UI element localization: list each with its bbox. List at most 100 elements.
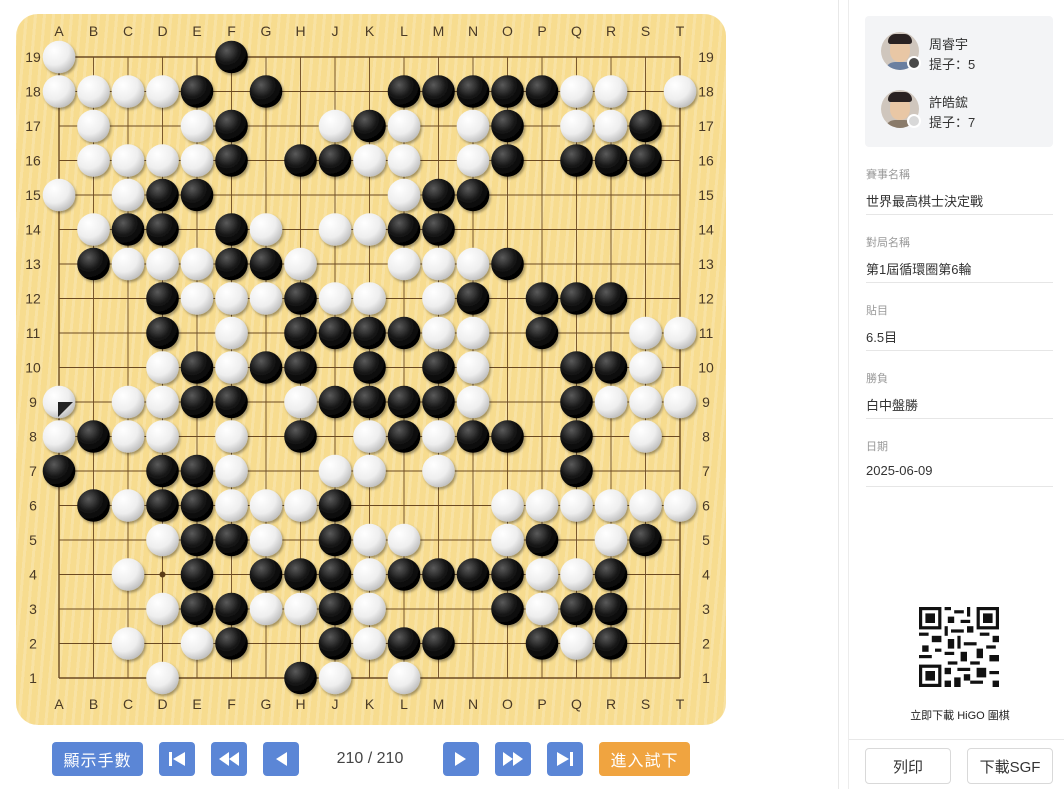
white-stone[interactable] <box>111 385 145 419</box>
black-stone[interactable] <box>560 420 593 453</box>
black-stone[interactable] <box>249 75 283 108</box>
white-stone[interactable] <box>284 247 317 281</box>
white-stone[interactable] <box>387 144 421 177</box>
black-stone[interactable] <box>525 282 559 315</box>
black-stone[interactable] <box>77 247 110 281</box>
black-stone[interactable] <box>353 109 386 143</box>
black-stone[interactable] <box>422 351 455 384</box>
black-stone[interactable] <box>456 178 490 212</box>
white-stone[interactable] <box>284 592 317 626</box>
white-stone[interactable] <box>525 489 559 522</box>
black-stone[interactable] <box>456 420 490 453</box>
white-stone[interactable] <box>629 316 662 350</box>
white-stone[interactable] <box>422 454 455 488</box>
white-stone[interactable] <box>180 144 214 177</box>
black-stone[interactable] <box>318 144 352 177</box>
white-stone[interactable] <box>353 523 386 557</box>
black-stone[interactable] <box>491 109 524 143</box>
white-stone[interactable] <box>215 454 248 488</box>
white-stone[interactable] <box>387 247 421 281</box>
white-stone[interactable] <box>42 40 76 74</box>
black-stone[interactable] <box>180 558 214 591</box>
black-stone[interactable] <box>387 75 421 108</box>
black-stone[interactable] <box>387 316 421 350</box>
white-stone[interactable] <box>422 247 455 281</box>
black-stone[interactable] <box>42 454 76 488</box>
white-stone[interactable] <box>284 489 317 522</box>
white-stone[interactable] <box>318 109 352 143</box>
black-stone[interactable] <box>387 627 421 660</box>
black-stone[interactable] <box>387 558 421 591</box>
white-stone[interactable] <box>111 144 145 177</box>
white-stone[interactable] <box>146 420 179 453</box>
black-stone[interactable] <box>491 144 524 177</box>
black-stone[interactable] <box>629 144 662 177</box>
black-stone[interactable] <box>560 592 593 626</box>
fast-backward-button[interactable] <box>211 742 247 776</box>
white-stone[interactable] <box>422 316 455 350</box>
white-stone[interactable] <box>146 144 179 177</box>
black-stone[interactable] <box>318 385 352 419</box>
black-stone[interactable] <box>353 316 386 350</box>
black-stone[interactable] <box>525 627 559 660</box>
black-stone[interactable] <box>422 627 455 660</box>
show-move-numbers-button[interactable]: 顯示手數 <box>52 742 143 776</box>
skip-to-end-button[interactable] <box>547 742 583 776</box>
black-stone[interactable] <box>387 385 421 419</box>
white-stone[interactable] <box>111 247 145 281</box>
black-stone[interactable] <box>180 454 214 488</box>
black-stone[interactable] <box>525 523 559 557</box>
white-stone[interactable] <box>353 282 386 315</box>
white-stone[interactable] <box>491 523 524 557</box>
black-stone[interactable] <box>491 592 524 626</box>
try-play-button[interactable]: 進入試下 <box>599 742 690 776</box>
black-stone[interactable] <box>146 282 179 315</box>
black-stone[interactable] <box>215 627 248 660</box>
black-stone[interactable] <box>387 213 421 246</box>
black-stone[interactable] <box>491 247 524 281</box>
white-stone[interactable] <box>353 627 386 660</box>
black-stone[interactable] <box>456 558 490 591</box>
white-stone[interactable] <box>353 454 386 488</box>
black-stone[interactable] <box>249 351 283 384</box>
white-stone[interactable] <box>422 420 455 453</box>
white-stone[interactable] <box>180 247 214 281</box>
white-stone[interactable] <box>663 489 697 522</box>
black-stone[interactable] <box>318 523 352 557</box>
white-stone[interactable] <box>318 661 352 695</box>
white-stone[interactable] <box>249 282 283 315</box>
print-button[interactable]: 列印 <box>865 748 951 784</box>
black-stone[interactable] <box>284 420 317 453</box>
white-stone[interactable] <box>146 523 179 557</box>
black-stone[interactable] <box>422 178 455 212</box>
black-stone[interactable] <box>560 351 593 384</box>
white-stone[interactable] <box>249 213 283 246</box>
black-stone[interactable] <box>560 144 593 177</box>
black-stone[interactable] <box>284 351 317 384</box>
black-stone[interactable] <box>284 282 317 315</box>
black-stone[interactable] <box>180 75 214 108</box>
black-stone[interactable] <box>318 489 352 522</box>
black-stone[interactable] <box>180 385 214 419</box>
step-forward-button[interactable] <box>443 742 479 776</box>
black-stone[interactable] <box>594 627 628 660</box>
white-stone[interactable] <box>387 109 421 143</box>
black-stone[interactable] <box>456 75 490 108</box>
black-stone[interactable] <box>180 523 214 557</box>
white-stone[interactable] <box>111 489 145 522</box>
black-stone[interactable] <box>284 144 317 177</box>
download-sgf-button[interactable]: 下載SGF <box>967 748 1053 784</box>
step-back-button[interactable] <box>263 742 299 776</box>
black-stone[interactable] <box>629 109 662 143</box>
board-canvas[interactable]: AABBCCDDEEFFGGHHJJKKLLMMNNOOPPQQRRSSTT19… <box>16 14 726 725</box>
white-stone[interactable] <box>594 75 628 108</box>
go-board[interactable]: A A B B C C D D E E F F G G H H J J K K L L M M N N O O P P Q Q R R S S T T 19… <box>16 14 726 725</box>
black-stone[interactable] <box>77 420 110 453</box>
white-stone[interactable] <box>146 661 179 695</box>
black-stone[interactable] <box>422 75 455 108</box>
black-stone[interactable] <box>215 40 248 74</box>
black-stone[interactable] <box>353 351 386 384</box>
white-stone[interactable] <box>249 592 283 626</box>
white-stone[interactable] <box>215 351 248 384</box>
white-stone[interactable] <box>560 75 593 108</box>
